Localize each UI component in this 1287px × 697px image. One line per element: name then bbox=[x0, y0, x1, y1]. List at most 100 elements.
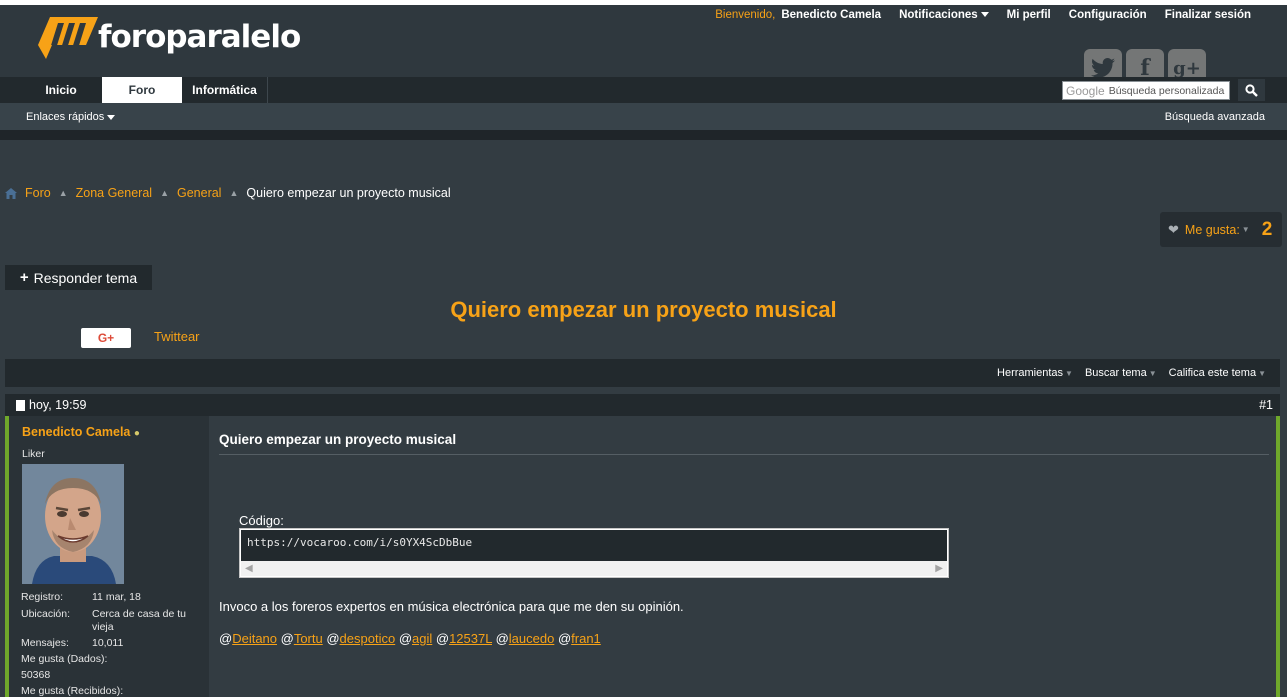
user-stat-label: Registro: bbox=[21, 591, 64, 603]
breadcrumb-current: Quiero empezar un proyecto musical bbox=[246, 186, 451, 200]
mention-link[interactable]: despotico bbox=[340, 631, 396, 646]
post-mentions: @Deitano @Tortu @despotico @agil @12537L… bbox=[219, 631, 601, 646]
code-block: https://vocaroo.com/i/s0YX4ScDbBue ◀ ▶ bbox=[239, 528, 949, 578]
breadcrumb-general[interactable]: General bbox=[177, 186, 221, 200]
user-stat-mensajes: Mensajes: 10,011 bbox=[21, 637, 123, 650]
triangle-down-icon: ▼ bbox=[1065, 369, 1073, 378]
logo-mark-icon bbox=[38, 17, 98, 59]
post-date-text: hoy, 19:59 bbox=[29, 398, 87, 412]
user-stat-value: 11 mar, 18 bbox=[92, 591, 141, 603]
user-stat-label: Ubicación: bbox=[21, 608, 71, 620]
breadcrumb-separator-icon: ▲ bbox=[229, 188, 239, 198]
post-author-name-text: Benedicto Camela bbox=[22, 425, 131, 439]
user-stat-likes-given: Me gusta (Dados): bbox=[21, 653, 107, 666]
post-author-title: Liker bbox=[22, 448, 45, 460]
avatar[interactable] bbox=[22, 464, 124, 584]
reply-thread-button[interactable]: + Responder tema bbox=[5, 265, 152, 290]
mention-link[interactable]: 12537L bbox=[449, 631, 492, 646]
post-author-name[interactable]: Benedicto Camela ● bbox=[22, 425, 140, 439]
post-message: Invoco a los foreros expertos en música … bbox=[219, 599, 684, 614]
caret-down-icon bbox=[980, 12, 989, 18]
user-stat-value: Cerca de casa de tu vieja bbox=[92, 608, 186, 633]
mention-link[interactable]: Deitano bbox=[232, 631, 277, 646]
code-content[interactable]: https://vocaroo.com/i/s0YX4ScDbBue bbox=[241, 530, 947, 561]
user-bar: Bienvenido, Benedicto Camela Notificacio… bbox=[715, 9, 1251, 21]
post-title: Quiero empezar un proyecto musical bbox=[219, 432, 1269, 455]
breadcrumb-foro[interactable]: Foro bbox=[25, 186, 51, 200]
home-icon[interactable] bbox=[5, 187, 17, 199]
rate-thread-menu[interactable]: Califica este tema ▼ bbox=[1169, 367, 1266, 379]
mention-link[interactable]: laucedo bbox=[509, 631, 555, 646]
triangle-down-icon: ▼ bbox=[1148, 369, 1157, 378]
caret-down-icon bbox=[107, 114, 116, 120]
settings-link[interactable]: Configuración bbox=[1069, 9, 1147, 21]
reply-thread-label: Responder tema bbox=[33, 269, 138, 286]
user-stat-label: Me gusta (Dados): bbox=[21, 653, 108, 665]
scroll-right-icon[interactable]: ▶ bbox=[935, 563, 943, 574]
post-user-info: Benedicto Camela ● Liker Registro: 11 mar… bbox=[5, 416, 209, 697]
user-stat-likes-received: Me gusta (Recibidos): bbox=[21, 685, 123, 697]
notifications-menu[interactable]: Notificaciones bbox=[899, 9, 989, 21]
post-date: hoy, 19:59 bbox=[16, 398, 86, 412]
user-stat-label: Me gusta (Recibidos): bbox=[21, 685, 124, 697]
user-stat-label: Mensajes: bbox=[21, 637, 69, 649]
tools-menu[interactable]: Herramientas ▼ bbox=[997, 367, 1073, 379]
site-logo[interactable]: foroparalelo bbox=[38, 14, 301, 60]
user-stat-likes-given-value: 50368 bbox=[21, 669, 50, 682]
tab-informatica[interactable]: Informática bbox=[182, 77, 268, 103]
post-number-link[interactable]: #1 bbox=[1259, 398, 1273, 412]
breadcrumb-separator-icon: ▲ bbox=[58, 188, 68, 198]
google-brand: Google bbox=[1066, 83, 1105, 98]
thread-tools-bar: Herramientas ▼ Buscar tema ▼ Califica este… bbox=[5, 359, 1280, 387]
triangle-down-icon: ▼ bbox=[1258, 369, 1266, 378]
search-thread-menu[interactable]: Buscar tema ▼ bbox=[1085, 367, 1157, 379]
search-input[interactable] bbox=[1108, 84, 1227, 97]
plus-icon: + bbox=[19, 269, 29, 286]
search-icon bbox=[1245, 83, 1258, 97]
tools-label: Herramientas bbox=[997, 367, 1064, 379]
logout-link[interactable]: Finalizar sesión bbox=[1165, 9, 1251, 21]
code-scrollbar[interactable]: ◀ ▶ bbox=[241, 561, 947, 576]
quick-links-label: Enlaces rápidos bbox=[26, 111, 105, 123]
avatar-image bbox=[22, 464, 124, 584]
profile-link[interactable]: Mi perfil bbox=[1007, 9, 1051, 21]
breadcrumb-separator-icon: ▲ bbox=[160, 188, 169, 198]
online-status-icon: ● bbox=[133, 428, 140, 439]
mention-link[interactable]: fran1 bbox=[571, 631, 601, 646]
tab-foro[interactable]: Foro bbox=[102, 77, 182, 103]
likes-count: 2 bbox=[1261, 218, 1273, 240]
notifications-label: Notificaciones bbox=[899, 9, 978, 21]
tab-inicio[interactable]: Inicio bbox=[20, 77, 102, 103]
logo-text: foroparalelo bbox=[98, 19, 301, 55]
code-label: Código: bbox=[239, 513, 284, 528]
search-button[interactable] bbox=[1238, 79, 1265, 101]
post-body: Quiero empezar un proyecto musical Códig… bbox=[209, 416, 1280, 697]
welcome-text: Bienvenido, bbox=[715, 9, 776, 21]
tweet-link[interactable]: Twittear bbox=[154, 329, 200, 344]
search-thread-label: Buscar tema bbox=[1084, 367, 1147, 379]
user-stat-value: 10,011 bbox=[92, 637, 124, 649]
advanced-search-link[interactable]: Búsqueda avanzada bbox=[1165, 111, 1265, 123]
search-box: Google bbox=[1062, 81, 1230, 100]
thread-title: Quiero empezar un proyecto musical bbox=[450, 297, 837, 322]
user-stat-ubicacion: Ubicación: Cerca de casa de tu vieja bbox=[21, 608, 186, 633]
breadcrumb-zona-general[interactable]: Zona General bbox=[76, 186, 152, 200]
user-stat-registro: Registro: 11 mar, 18 bbox=[21, 591, 141, 604]
rate-thread-label: Califica este tema bbox=[1168, 367, 1257, 379]
google-plus-share-button[interactable]: G+ bbox=[81, 328, 131, 348]
header-divider bbox=[0, 130, 1287, 140]
heart-icon: ❤ bbox=[1168, 221, 1179, 237]
document-icon bbox=[16, 399, 25, 411]
user-stat-value: 50368 bbox=[21, 669, 51, 681]
likes-box[interactable]: ❤ Me gusta: ▼ 2 bbox=[1160, 212, 1282, 247]
site-header: foroparalelo Bienvenido, Benedicto Camel… bbox=[0, 5, 1287, 87]
triangle-down-icon: ▼ bbox=[1241, 225, 1250, 234]
post-header: hoy, 19:59 #1 bbox=[5, 394, 1280, 416]
quick-links-menu[interactable]: Enlaces rápidos bbox=[26, 111, 116, 123]
sub-nav: Enlaces rápidos Búsqueda avanzada bbox=[0, 103, 1287, 130]
mention-link[interactable]: agil bbox=[412, 631, 432, 646]
username-link[interactable]: Benedicto Camela bbox=[781, 9, 881, 21]
likes-label: Me gusta: bbox=[1184, 222, 1240, 237]
mention-link[interactable]: Tortu bbox=[294, 631, 323, 646]
scroll-left-icon[interactable]: ◀ bbox=[245, 563, 253, 574]
